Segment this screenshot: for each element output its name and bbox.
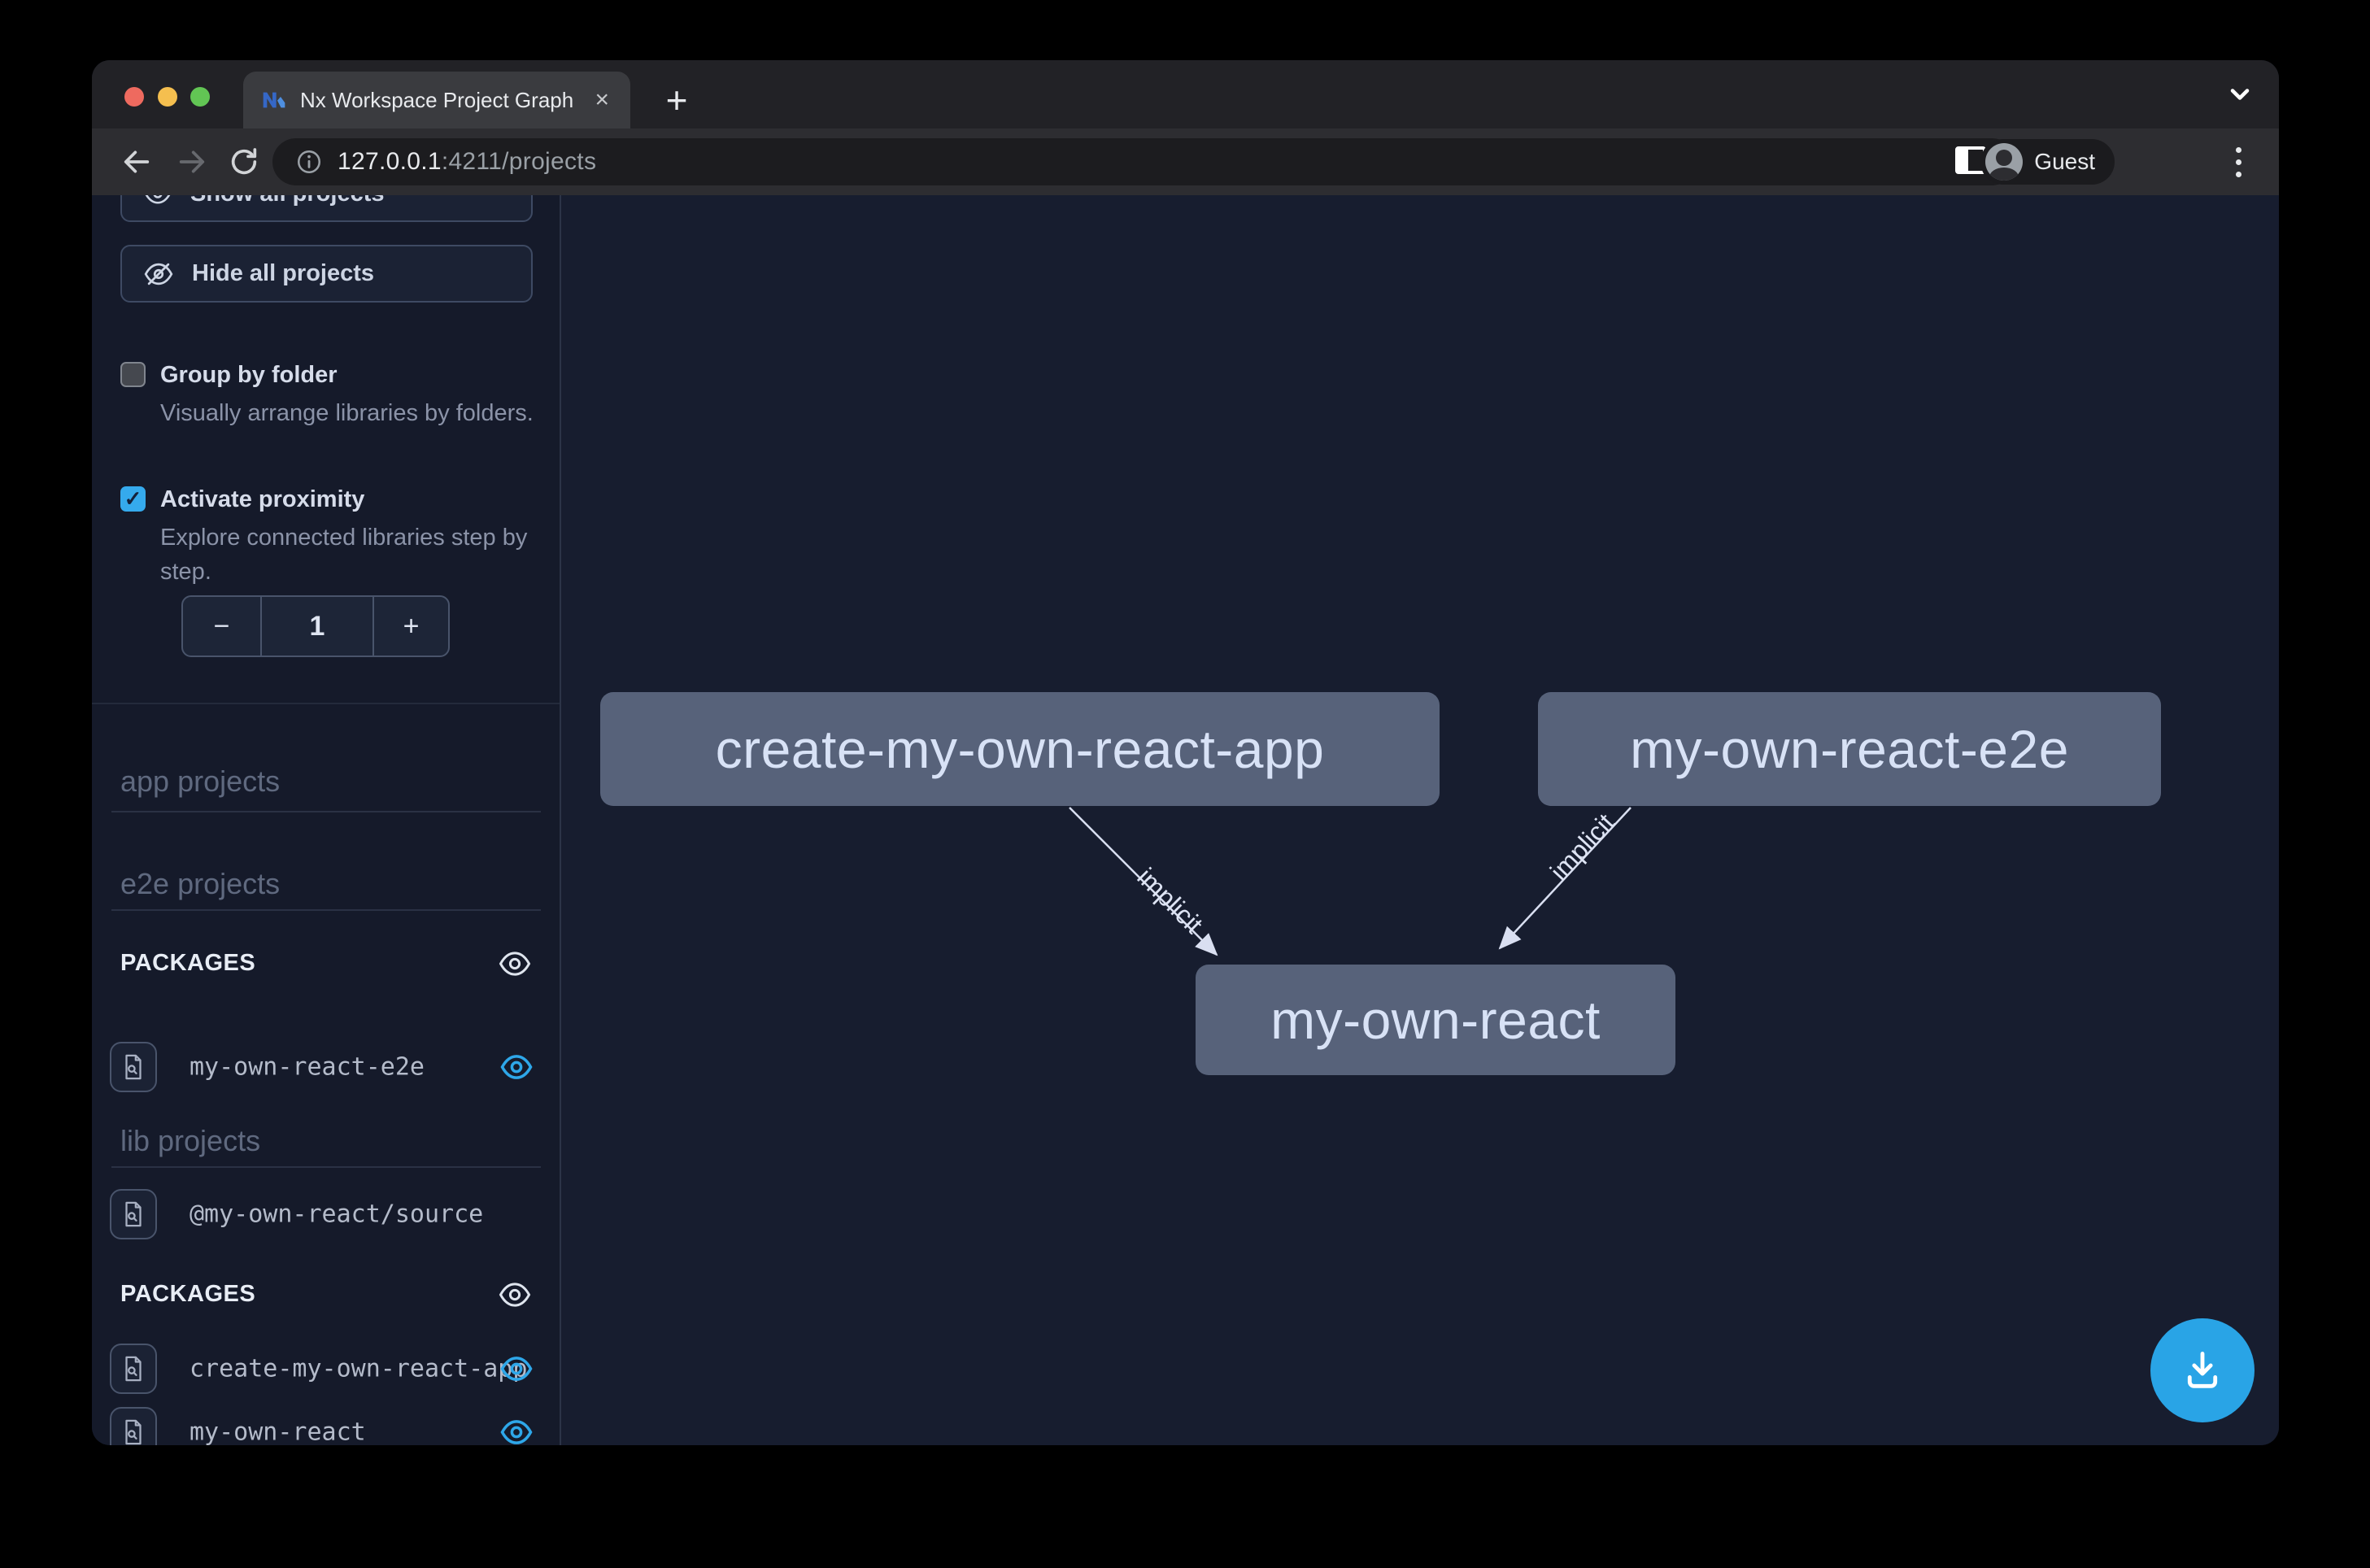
url-text: 127.0.0.1:4211/projects	[338, 148, 596, 176]
activate-proximity-label: Activate proximity	[160, 485, 535, 514]
project-name[interactable]: my-own-react-e2e	[190, 1053, 425, 1082]
project-row-my-own-react-e2e: my-own-react-e2e	[110, 1042, 543, 1092]
edge-label-implicit: implicit	[1131, 862, 1209, 939]
forward-button[interactable]	[170, 140, 214, 184]
group-by-folder-checkbox[interactable]	[120, 362, 146, 387]
tab-title: Nx Workspace Project Graph	[300, 88, 578, 113]
site-info-icon[interactable]	[295, 148, 323, 176]
toggle-visibility-eye-icon[interactable]	[499, 1050, 534, 1084]
focus-project-button[interactable]	[110, 1042, 157, 1092]
sidebar-divider	[92, 703, 561, 704]
eye-off-icon	[143, 259, 174, 290]
e2e-projects-heading: e2e projects	[120, 867, 280, 901]
graph-node-my-own-react[interactable]: my-own-react	[1196, 965, 1675, 1075]
activate-proximity-description: Explore connected libraries step by step…	[160, 520, 542, 589]
download-icon	[2179, 1347, 2226, 1394]
e2e-packages-eye-icon[interactable]	[498, 947, 532, 981]
e2e-projects-rule	[111, 909, 541, 911]
graph-node-my-own-react-e2e[interactable]: my-own-react-e2e	[1538, 692, 2161, 806]
project-name[interactable]: create-my-own-react-app	[190, 1355, 527, 1383]
graph-node-create-my-own-react-app[interactable]: create-my-own-react-app	[600, 692, 1440, 806]
reload-button[interactable]	[222, 140, 266, 184]
proximity-depth-stepper: − 1 +	[181, 595, 450, 657]
back-button[interactable]	[115, 140, 159, 184]
proximity-depth-value[interactable]: 1	[260, 597, 374, 656]
lib-projects-rule	[111, 1166, 541, 1168]
tab-strip: Nx Workspace Project Graph × +	[92, 60, 2279, 128]
lib-projects-heading: lib projects	[120, 1124, 260, 1158]
focus-project-button[interactable]	[110, 1189, 157, 1239]
browser-toolbar: 127.0.0.1:4211/projects Guest	[92, 128, 2279, 195]
group-by-folder-option: Group by folder Visually arrange librari…	[120, 360, 535, 430]
group-by-folder-description: Visually arrange libraries by folders.	[160, 396, 542, 430]
url-bar[interactable]: 127.0.0.1:4211/projects	[272, 138, 2015, 185]
tab-search-chevron-icon[interactable]	[2225, 81, 2255, 107]
download-graph-button[interactable]	[2150, 1318, 2255, 1422]
project-name[interactable]: my-own-react	[190, 1418, 366, 1446]
graph-edges: implicit implicit	[561, 195, 2279, 1445]
project-row-create-my-own-react-app: create-my-own-react-app	[110, 1344, 543, 1394]
e2e-packages-heading: PACKAGES	[120, 950, 255, 977]
profile-button[interactable]: Guest	[1980, 139, 2115, 185]
tab-close-icon[interactable]: ×	[591, 88, 612, 112]
project-row-my-own-react: my-own-react	[110, 1407, 543, 1445]
group-by-folder-label: Group by folder	[160, 360, 535, 390]
close-window-button[interactable]	[124, 87, 144, 107]
minimize-window-button[interactable]	[158, 87, 177, 107]
toggle-visibility-eye-icon[interactable]	[499, 1352, 534, 1386]
new-tab-button[interactable]: +	[655, 78, 699, 122]
hide-all-projects-label: Hide all projects	[192, 260, 374, 287]
project-graph-sidebar: Show all projects Hide all projects Grou…	[92, 195, 561, 1445]
tab-nx-workspace-project-graph[interactable]: Nx Workspace Project Graph ×	[243, 72, 630, 128]
project-row-my-own-react-source: @my-own-react/source	[110, 1189, 543, 1239]
app-projects-rule	[111, 811, 541, 812]
proximity-increment-button[interactable]: +	[374, 597, 448, 656]
lib-packages-heading: PACKAGES	[120, 1281, 255, 1308]
browser-menu-icon[interactable]	[2220, 143, 2256, 181]
focus-project-button[interactable]	[110, 1344, 157, 1394]
hide-all-projects-button[interactable]: Hide all projects	[120, 245, 533, 303]
nx-favicon-icon	[261, 87, 287, 113]
activate-proximity-checkbox[interactable]: ✓	[120, 486, 146, 512]
activate-proximity-option: ✓ Activate proximity Explore connected l…	[120, 485, 535, 589]
profile-label: Guest	[2034, 149, 2095, 175]
zoom-window-button[interactable]	[190, 87, 210, 107]
focus-project-button[interactable]	[110, 1407, 157, 1445]
show-all-projects-button[interactable]: Show all projects	[120, 195, 533, 222]
app-projects-heading: app projects	[120, 764, 280, 799]
project-name[interactable]: @my-own-react/source	[190, 1200, 483, 1229]
avatar	[1985, 143, 2023, 181]
proximity-decrement-button[interactable]: −	[183, 597, 260, 656]
edge-label-implicit: implicit	[1544, 808, 1620, 886]
project-graph-canvas[interactable]: implicit implicit create-my-own-react-ap…	[561, 195, 2279, 1445]
toggle-visibility-eye-icon[interactable]	[499, 1415, 534, 1445]
lib-packages-eye-icon[interactable]	[498, 1278, 532, 1312]
browser-window: Nx Workspace Project Graph × + 127.0.0.1…	[92, 60, 2279, 1445]
